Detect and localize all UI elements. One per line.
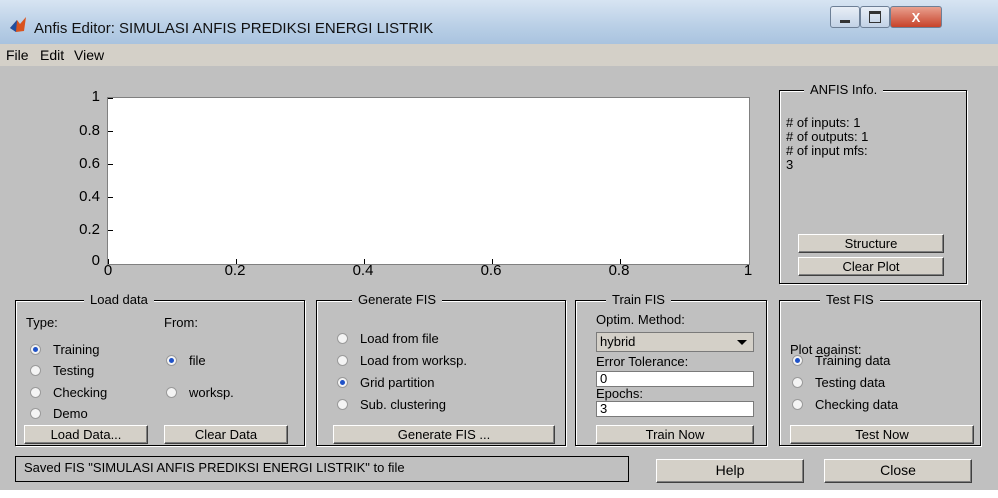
clear-plot-button[interactable]: Clear Plot <box>798 257 944 276</box>
radio-checking[interactable]: Checking <box>30 385 107 400</box>
radio-icon <box>337 399 348 410</box>
y-tick-label: 0.6 <box>79 155 100 172</box>
train-fis-panel: Train FIS Optim. Method: hybrid Error To… <box>575 292 767 446</box>
radio-icon <box>792 377 803 388</box>
help-button[interactable]: Help <box>656 459 804 483</box>
optim-method-select[interactable]: hybrid <box>596 332 754 352</box>
close-icon: X <box>911 9 921 25</box>
radio-selected-icon <box>166 355 177 366</box>
close-window-button[interactable]: X <box>890 6 942 28</box>
test-now-button[interactable]: Test Now <box>790 425 974 444</box>
radio-worksp[interactable]: worksp. <box>166 385 234 400</box>
type-label: Type: <box>26 315 58 330</box>
maximize-icon <box>869 11 881 23</box>
editor-client-area: 1 0.8 0.6 0.4 0.2 0 0 0.2 0.4 0.6 0.8 1 … <box>0 66 998 490</box>
radio-demo[interactable]: Demo <box>30 406 88 421</box>
x-tick-label: 0 <box>103 262 113 279</box>
radio-icon <box>30 365 41 376</box>
anfis-info-panel: ANFIS Info. # of inputs: 1 # of outputs:… <box>779 82 967 284</box>
test-fis-panel: Test FIS Plot against: Training data Tes… <box>779 292 981 446</box>
menu-view[interactable]: View <box>74 47 104 63</box>
radio-testing[interactable]: Testing <box>30 363 94 378</box>
epochs-input[interactable]: 3 <box>596 401 754 417</box>
plot-axes <box>107 97 750 265</box>
panel-title: ANFIS Info. <box>804 82 884 97</box>
y-tick-label: 0.2 <box>79 221 100 238</box>
generate-fis-button[interactable]: Generate FIS ... <box>333 425 555 444</box>
from-label: From: <box>164 315 198 330</box>
info-input-mfs-value: 3 <box>786 157 794 172</box>
load-data-button[interactable]: Load Data... <box>24 425 148 444</box>
structure-button[interactable]: Structure <box>798 234 944 253</box>
window-title: Anfis Editor: SIMULASI ANFIS PREDIKSI EN… <box>34 20 434 37</box>
title-bar[interactable]: Anfis Editor: SIMULASI ANFIS PREDIKSI EN… <box>0 0 998 45</box>
dropdown-arrow-icon <box>737 340 747 345</box>
info-input-mfs: # of input mfs: <box>786 143 868 158</box>
radio-icon <box>792 399 803 410</box>
status-message: Saved FIS "SIMULASI ANFIS PREDIKSI ENERG… <box>15 456 629 482</box>
radio-training-data[interactable]: Training data <box>792 353 890 368</box>
train-now-button[interactable]: Train Now <box>596 425 754 444</box>
radio-selected-icon <box>337 377 348 388</box>
radio-testing-data[interactable]: Testing data <box>792 375 885 390</box>
radio-icon <box>166 387 177 398</box>
error-tolerance-input[interactable]: 0 <box>596 371 754 387</box>
radio-training[interactable]: Training <box>30 342 99 357</box>
y-tick-label: 0.4 <box>79 188 100 205</box>
clear-data-button[interactable]: Clear Data <box>164 425 288 444</box>
minimize-button[interactable] <box>830 6 860 28</box>
radio-grid-partition[interactable]: Grid partition <box>337 375 434 390</box>
radio-icon <box>30 408 41 419</box>
y-tick-label: 1 <box>91 88 100 105</box>
radio-icon <box>337 333 348 344</box>
error-tolerance-label: Error Tolerance: <box>596 354 689 369</box>
panel-title: Generate FIS <box>352 292 443 307</box>
close-button[interactable]: Close <box>824 459 972 483</box>
x-tick-label: 1 <box>743 262 753 279</box>
x-tick-label: 0.8 <box>608 262 630 279</box>
y-tick-label: 0.8 <box>79 122 100 139</box>
menu-bar: File Edit View <box>0 44 998 67</box>
info-outputs: # of outputs: 1 <box>786 129 869 144</box>
matlab-logo-icon <box>10 17 26 32</box>
axis-ticks <box>108 98 621 264</box>
x-tick-label: 0.2 <box>224 262 246 279</box>
x-tick-label: 0.6 <box>480 262 502 279</box>
panel-title: Test FIS <box>820 292 880 307</box>
radio-load-from-worksp[interactable]: Load from worksp. <box>337 353 467 368</box>
menu-file[interactable]: File <box>6 47 29 63</box>
radio-selected-icon <box>792 355 803 366</box>
x-tick-label: 0.4 <box>352 262 374 279</box>
radio-icon <box>337 355 348 366</box>
load-data-panel: Load data Type: From: Training Testing C… <box>15 292 305 446</box>
panel-title: Load data <box>84 292 154 307</box>
info-inputs: # of inputs: 1 <box>786 115 861 130</box>
radio-checking-data[interactable]: Checking data <box>792 397 898 412</box>
radio-sub-clustering[interactable]: Sub. clustering <box>337 397 446 412</box>
epochs-label: Epochs: <box>596 386 643 401</box>
radio-icon <box>30 387 41 398</box>
menu-edit[interactable]: Edit <box>40 47 64 63</box>
minimize-icon <box>840 19 850 23</box>
maximize-button[interactable] <box>860 6 890 28</box>
radio-load-from-file[interactable]: Load from file <box>337 331 439 346</box>
radio-selected-icon <box>30 344 41 355</box>
radio-file[interactable]: file <box>166 353 206 368</box>
panel-title: Train FIS <box>606 292 671 307</box>
generate-fis-panel: Generate FIS Load from file Load from wo… <box>316 292 566 446</box>
optim-method-label: Optim. Method: <box>596 312 685 327</box>
